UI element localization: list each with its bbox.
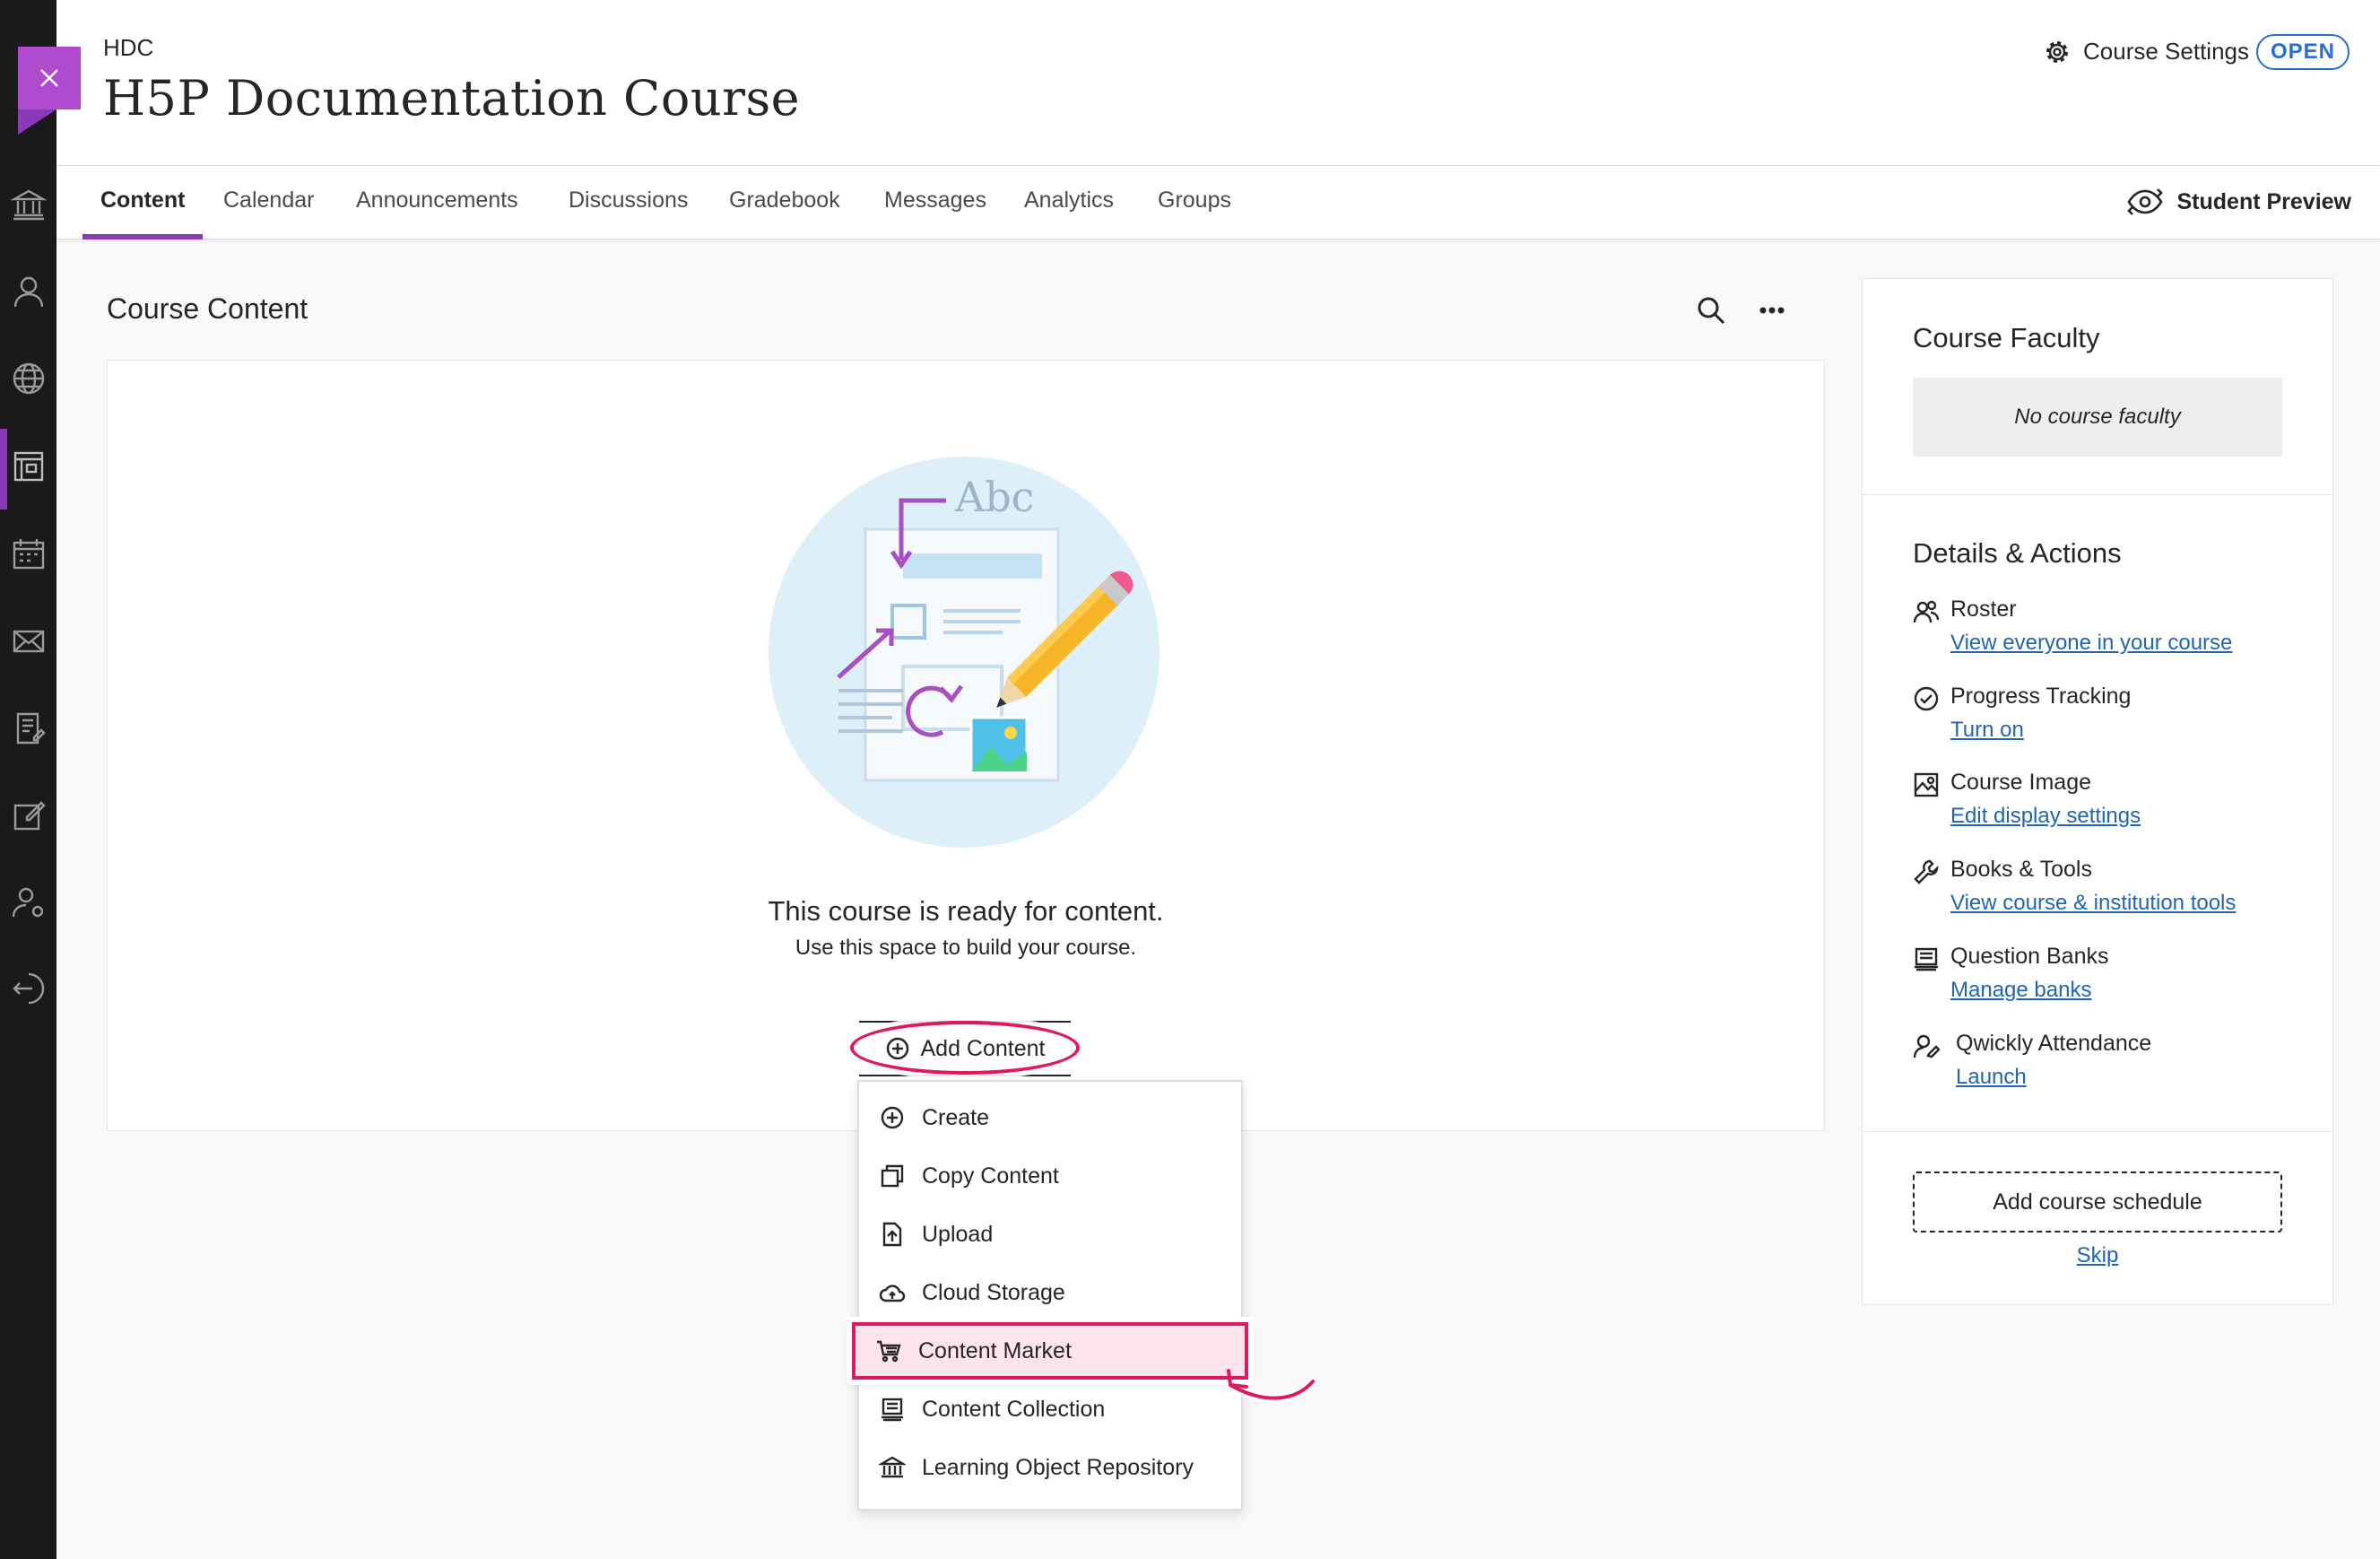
check-circle-icon <box>1914 686 1939 711</box>
profile-icon[interactable] <box>11 274 47 309</box>
menu-item-label: Content Market <box>918 1337 1072 1363</box>
roster-icon <box>1913 600 1940 623</box>
course-header: HDC H5P Documentation Course Course Sett… <box>56 0 2380 166</box>
more-icon <box>1759 307 1785 314</box>
menu-item-upload[interactable]: Upload <box>859 1206 1241 1263</box>
course-title: H5P Documentation Course <box>103 70 801 126</box>
empty-state-title: This course is ready for content. <box>768 895 1164 927</box>
menu-item-cloud-storage[interactable]: Cloud Storage <box>859 1264 1241 1321</box>
menu-item-learning-object-repository[interactable]: Learning Object Repository <box>859 1439 1241 1496</box>
image-icon <box>1914 772 1939 797</box>
course-code: HDC <box>103 34 154 61</box>
messages-icon[interactable] <box>11 623 47 659</box>
globe-icon[interactable] <box>11 361 47 396</box>
details-actions-title: Details & Actions <box>1913 537 2122 569</box>
tab-content[interactable]: Content <box>82 166 204 240</box>
action-label: Course Image <box>1950 770 2092 795</box>
add-course-schedule-button[interactable]: Add course schedule <box>1913 1171 2282 1232</box>
add-content-button[interactable]: Add Content <box>859 1021 1071 1076</box>
menu-item-copy-content[interactable]: Copy Content <box>859 1147 1241 1205</box>
action-label: Progress Tracking <box>1950 684 2132 709</box>
close-icon <box>40 69 58 87</box>
tab-calendar[interactable]: Calendar <box>223 166 314 240</box>
menu-item-label: Copy Content <box>922 1163 1059 1189</box>
global-nav-rail <box>0 0 56 1559</box>
progress-tracking-link[interactable]: Turn on <box>1950 718 2024 743</box>
grades-icon[interactable] <box>11 710 47 746</box>
admin-user-icon[interactable] <box>11 884 47 920</box>
menu-item-label: Content Collection <box>922 1396 1106 1422</box>
tab-discussions[interactable]: Discussions <box>569 166 688 240</box>
add-content-label: Add Content <box>920 1035 1046 1061</box>
plus-circle-icon <box>881 1106 904 1129</box>
course-details-sidebar: Course Faculty No course faculty Details… <box>1862 278 2333 1305</box>
calendar-icon[interactable] <box>11 536 47 571</box>
sidebar-divider <box>1863 1131 2332 1132</box>
skip-link[interactable]: Skip <box>1913 1243 2282 1268</box>
tab-gradebook[interactable]: Gradebook <box>729 166 840 240</box>
more-options-button[interactable] <box>1754 292 1790 328</box>
course-settings-label: Course Settings <box>2083 38 2249 65</box>
tools-edit-icon[interactable] <box>11 797 47 833</box>
cart-icon <box>877 1340 901 1363</box>
close-button-tail <box>18 109 56 135</box>
student-preview-icon <box>2126 188 2163 215</box>
action-label: Roster <box>1950 597 2017 622</box>
question-bank-icon <box>1915 947 1938 971</box>
action-label: Question Banks <box>1950 944 2109 969</box>
search-button[interactable] <box>1693 292 1729 328</box>
upload-icon <box>882 1222 902 1247</box>
add-content-menu: Create Copy Content Upload Cloud Storage… <box>852 1080 1248 1511</box>
cloud-icon <box>879 1285 906 1302</box>
books-tools-link[interactable]: View course & institution tools <box>1950 891 2236 916</box>
sidebar-divider <box>1863 494 2332 495</box>
menu-item-content-market[interactable]: Content Market <box>852 1322 1248 1380</box>
student-preview-label: Student Preview <box>2176 188 2352 214</box>
question-banks-link[interactable]: Manage banks <box>1950 978 2091 1003</box>
wrench-icon <box>1914 859 1939 884</box>
tab-messages[interactable]: Messages <box>884 166 986 240</box>
search-icon <box>1698 297 1725 325</box>
roster-link[interactable]: View everyone in your course <box>1950 631 2232 656</box>
plus-circle-icon <box>886 1037 908 1060</box>
repository-icon <box>879 1456 906 1478</box>
course-faculty-title: Course Faculty <box>1913 322 2100 353</box>
tab-announcements[interactable]: Announcements <box>356 166 518 240</box>
menu-item-create[interactable]: Create <box>859 1089 1241 1146</box>
course-image-link[interactable]: Edit display settings <box>1950 804 2141 829</box>
menu-item-label: Learning Object Repository <box>922 1454 1194 1480</box>
sign-out-icon[interactable] <box>11 971 47 1006</box>
menu-item-content-collection[interactable]: Content Collection <box>859 1380 1241 1438</box>
collection-icon <box>882 1398 903 1422</box>
copy-icon <box>881 1164 904 1188</box>
section-title: Course Content <box>107 292 308 325</box>
course-tab-bar: Content Calendar Announcements Discussio… <box>56 166 2380 240</box>
empty-state-subtitle: Use this space to build your course. <box>795 936 1137 960</box>
action-label: Books & Tools <box>1950 857 2092 882</box>
menu-item-label: Cloud Storage <box>922 1279 1065 1305</box>
course-settings-button[interactable]: Course Settings <box>2044 38 2249 65</box>
illustration-abc-text: Abc <box>954 473 1034 521</box>
annotation-arrow-icon <box>1226 1369 1317 1403</box>
status-badge[interactable]: OPEN <box>2255 34 2350 70</box>
menu-item-label: Upload <box>922 1221 994 1247</box>
tab-groups[interactable]: Groups <box>1158 166 1231 240</box>
close-course-button[interactable] <box>18 47 81 109</box>
institution-icon[interactable] <box>10 187 48 222</box>
empty-course-illustration: Abc <box>769 457 1160 848</box>
courses-icon[interactable] <box>11 449 47 484</box>
qwickly-attendance-link[interactable]: Launch <box>1956 1065 2027 1090</box>
active-nav-indicator <box>0 429 7 510</box>
tab-analytics[interactable]: Analytics <box>1024 166 1114 240</box>
attendance-icon <box>1913 1034 1940 1058</box>
menu-item-label: Create <box>922 1104 990 1130</box>
student-preview-button[interactable]: Student Preview <box>2125 186 2352 218</box>
action-label: Qwickly Attendance <box>1956 1031 2152 1056</box>
gear-icon <box>2046 40 2069 63</box>
course-faculty-empty: No course faculty <box>1913 378 2282 457</box>
